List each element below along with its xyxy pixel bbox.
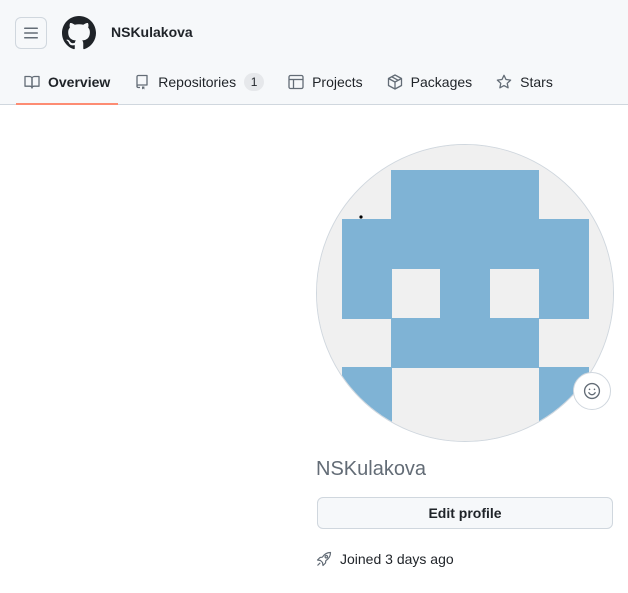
identicon-image [317,145,613,441]
tab-label: Stars [520,74,553,90]
tab-label: Packages [410,74,473,90]
avatar[interactable] [316,144,614,442]
book-icon [24,75,40,89]
tab-projects[interactable]: Projects [280,64,371,100]
tab-overview[interactable]: Overview [16,64,119,105]
profile-username: NSKulakova [316,458,427,480]
profile-nav: Overview Repositories 1 Projects Package… [0,64,569,105]
joined-text: Joined 3 days ago [340,551,454,567]
set-status-button[interactable] [573,372,611,410]
joined-info: Joined 3 days ago [316,551,454,567]
rocket-icon [316,551,332,567]
tab-packages[interactable]: Packages [379,64,480,100]
tab-label: Repositories [158,74,237,90]
header-username[interactable]: NSKulakova [111,24,193,40]
repo-icon [136,74,148,90]
tab-repositories[interactable]: Repositories 1 [126,64,272,100]
edit-profile-button[interactable]: Edit profile [317,497,613,529]
tab-stars[interactable]: Stars [488,64,561,100]
hamburger-icon [24,27,38,39]
star-icon [496,74,512,89]
menu-button[interactable] [15,17,47,49]
tab-label: Projects [312,74,363,90]
tab-label: Overview [48,74,111,90]
app-header: NSKulakova Overview Repositories 1 Proje… [0,0,628,105]
table-icon [288,74,304,90]
avatar-container [316,144,614,442]
repo-count-badge: 1 [244,73,265,91]
smiley-icon [583,382,601,400]
package-icon [387,74,402,90]
github-mark-icon[interactable] [62,16,96,50]
